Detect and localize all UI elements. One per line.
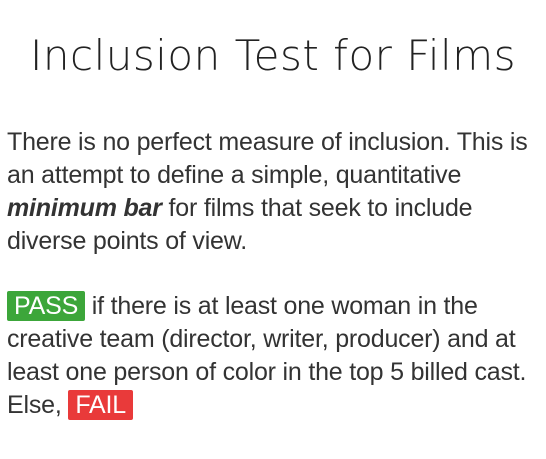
page: Inclusion Test for Films There is no per… [0,0,546,459]
page-title: Inclusion Test for Films [30,31,516,80]
rule-paragraph: PASS if there is at least one woman in t… [7,290,543,422]
pass-badge: PASS [7,291,86,321]
intro-text-start: There is no perfect measure of inclusion… [7,128,528,189]
intro-paragraph: There is no perfect measure of inclusion… [7,126,543,258]
intro-emphasis: minimum bar [7,194,162,222]
fail-badge: FAIL [68,390,133,420]
